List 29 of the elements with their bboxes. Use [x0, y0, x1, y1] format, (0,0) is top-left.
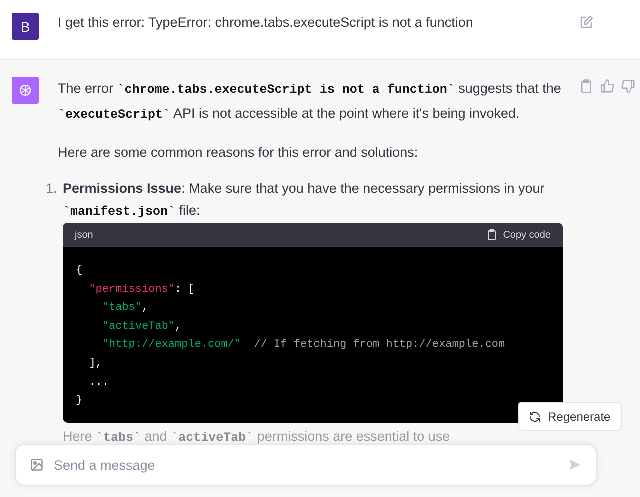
code-line: ...: [88, 376, 110, 391]
faded-paragraph: Here `tabs` and `activeTab` permissions are essential to use: [63, 428, 452, 447]
code-line: "activeTab",: [101, 320, 183, 335]
refresh-icon: [529, 410, 541, 422]
code-line: ],: [88, 356, 104, 372]
regenerate-button[interactable]: Regenerate: [518, 402, 622, 431]
image-icon[interactable]: [30, 458, 44, 472]
list-item-text: Permissions Issue: Make sure that you have the necessary permissions in your `manifest.json` file:: [63, 180, 546, 221]
message-paragraph: Here are some common reasons for this error and solutions:: [58, 144, 420, 162]
user-avatar: B: [12, 13, 39, 40]
message-composer[interactable]: Send a message: [15, 444, 597, 486]
code-line: }: [76, 394, 84, 410]
copy-code-button[interactable]: Copy code: [486, 229, 551, 241]
logo-icon: [17, 82, 34, 99]
thumbs-up-icon[interactable]: [600, 79, 615, 94]
clipboard-icon: [486, 229, 498, 241]
code-line: "tabs",: [101, 301, 150, 316]
send-icon[interactable]: [568, 458, 582, 472]
code-line: "http://example.com/" // If fetching from http://example.com: [101, 338, 506, 354]
list-number: 1.: [46, 180, 58, 198]
edit-icon[interactable]: [579, 15, 594, 30]
clipboard-icon[interactable]: [579, 79, 594, 94]
message-paragraph: The error `chrome.tabs.executeScript is not a function` suggests that the `executeScript` API is not accessible at the point where it's being invoked.: [58, 80, 562, 124]
thumbs-down-icon[interactable]: [621, 79, 636, 94]
message-input-field[interactable]: Send a message: [54, 458, 558, 472]
user-message: I get this error: TypeError: chrome.tabs.executeScript is not a function: [58, 14, 474, 32]
code-language: json: [75, 230, 94, 240]
code-line: {: [76, 264, 84, 279]
code-line: "permissions": [: [88, 282, 196, 298]
